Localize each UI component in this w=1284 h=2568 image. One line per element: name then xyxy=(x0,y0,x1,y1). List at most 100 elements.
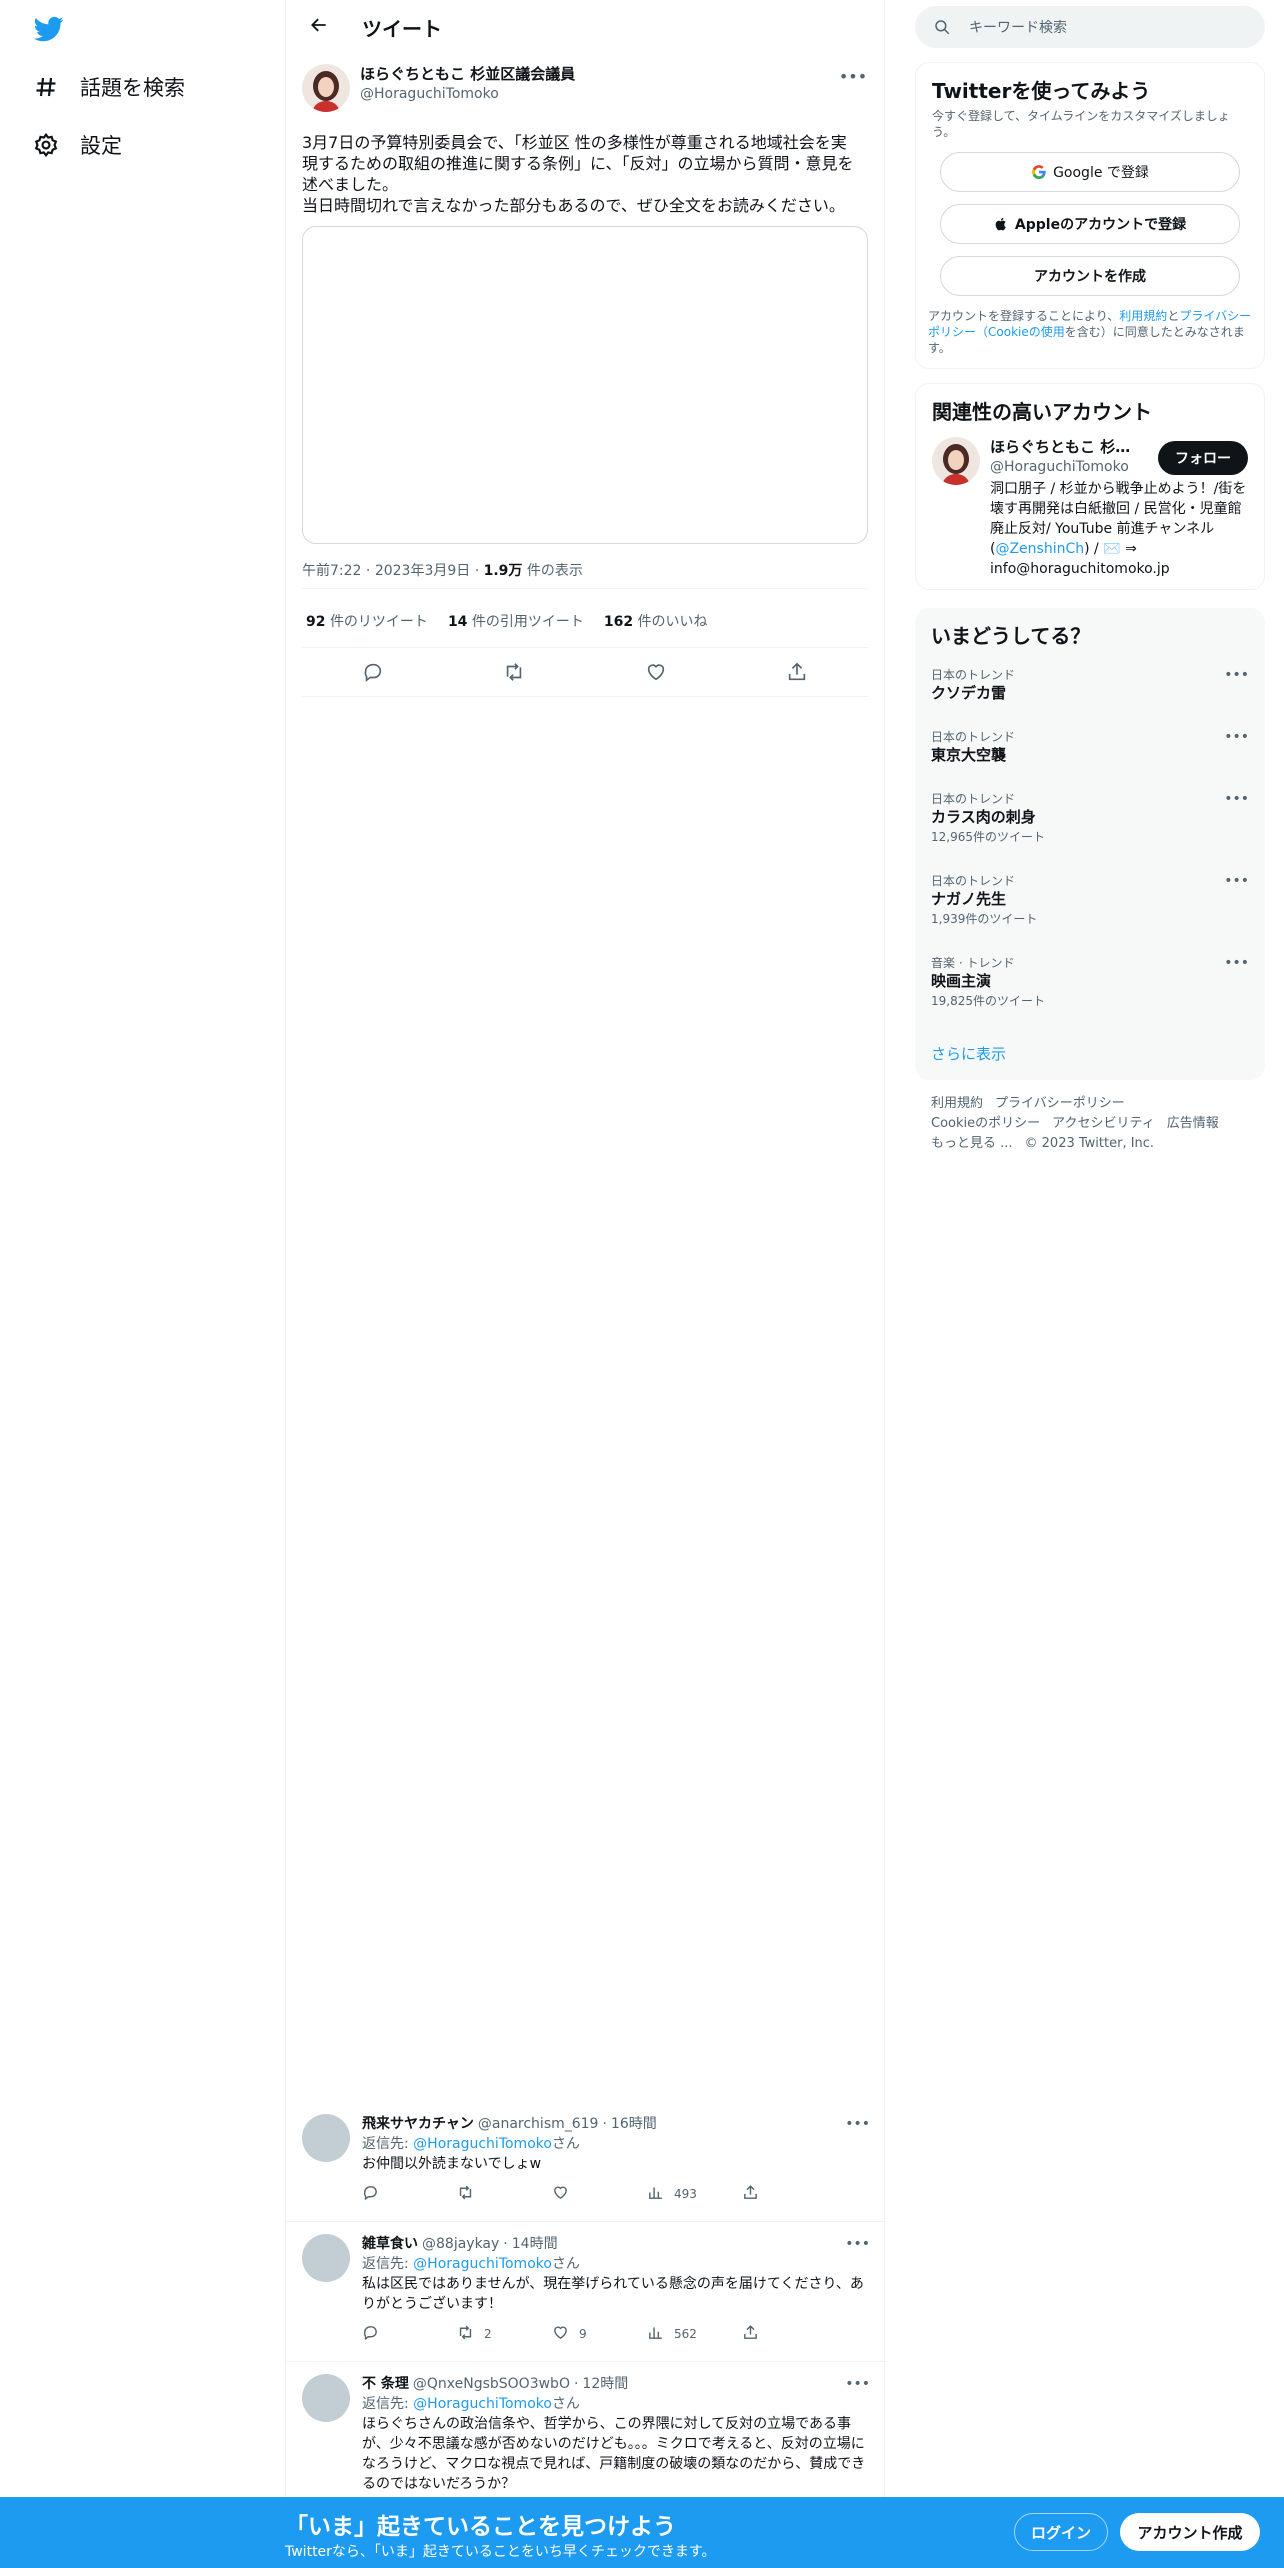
footer-link[interactable]: 利用規約 xyxy=(931,1096,983,1111)
related-accounts-card: 関連性の高いアカウント ほらぐちともこ 杉並区議会議員 @HoraguchiTo… xyxy=(915,383,1265,590)
footer-link[interactable]: もっと見る ... xyxy=(931,1136,1013,1151)
reply-time[interactable]: 14時間 xyxy=(512,2234,558,2254)
trend-item[interactable]: 日本のトレンド ナガノ先生 1,939件のツイート ••• xyxy=(915,865,1265,947)
tweet-time[interactable]: 午前7:22 xyxy=(302,563,361,579)
avatar[interactable] xyxy=(302,2374,350,2422)
reply-time[interactable]: 12時間 xyxy=(582,2374,628,2394)
reply-icon xyxy=(362,2184,379,2204)
trend-item[interactable]: 音楽 · トレンド 映画主演 19,825件のツイート ••• xyxy=(915,947,1265,1029)
create-account-banner-button[interactable]: アカウント作成 xyxy=(1120,2513,1260,2551)
show-more-link[interactable]: さらに表示 xyxy=(915,1029,1265,1080)
footer-link[interactable]: プライバシーポリシー xyxy=(995,1096,1125,1111)
share-icon[interactable] xyxy=(783,658,811,686)
more-dots-icon[interactable]: ••• xyxy=(1224,729,1249,745)
tweet-date[interactable]: 2023年3月9日 xyxy=(375,563,470,579)
quotes-stat[interactable]: 14 件の引用ツイート xyxy=(448,611,584,631)
trend-item[interactable]: 日本のトレンド カラス肉の刺身 12,965件のツイート ••• xyxy=(915,783,1265,865)
likes-stat[interactable]: 162 件のいいね xyxy=(604,611,708,631)
avatar[interactable] xyxy=(302,2114,350,2162)
like-icon xyxy=(552,2324,569,2344)
more-options-button[interactable]: ••• xyxy=(838,64,868,88)
reply-author-name[interactable]: 雑草食い xyxy=(362,2234,418,2254)
related-account-name[interactable]: ほらぐちともこ 杉並区議会議員 xyxy=(990,437,1140,457)
like-button[interactable]: 9 xyxy=(552,2324,647,2344)
reply-to-prefix: 返信先: xyxy=(362,2256,414,2272)
trend-item[interactable]: 日本のトレンド クソデカ雷 ••• xyxy=(915,659,1265,721)
retweets-stat[interactable]: 92 件のリツイート xyxy=(306,611,428,631)
search-input[interactable]: キーワード検索 xyxy=(969,17,1067,37)
avatar[interactable] xyxy=(302,64,350,112)
reply-to-prefix: 返信先: xyxy=(362,2396,414,2412)
login-button[interactable]: ログイン xyxy=(1014,2513,1108,2551)
twitter-bird-icon[interactable] xyxy=(32,14,66,44)
tweet-meta: 午前7:22 · 2023年3月9日 · 1.9万 件の表示 xyxy=(302,560,868,582)
reply-text: お仲間以外読まないでしょw xyxy=(362,2156,542,2172)
trend-count: 1,939件のツイート xyxy=(931,912,1038,926)
reply-author-name[interactable]: 不 条理 xyxy=(362,2374,409,2394)
apple-signup-label: Appleのアカウントで登録 xyxy=(1014,217,1187,233)
views-count: 562 xyxy=(674,2327,697,2341)
more-dots-icon[interactable]: ••• xyxy=(845,2374,870,2394)
mention-link[interactable]: @HoraguchiTomoko xyxy=(413,2396,552,2412)
likes-count: 162 xyxy=(603,614,634,630)
avatar[interactable] xyxy=(302,2234,350,2282)
reply-author-handle[interactable]: @anarchism_619 xyxy=(478,2114,599,2134)
avatar[interactable] xyxy=(932,437,980,485)
share-button[interactable] xyxy=(742,2324,837,2344)
retweet-icon[interactable] xyxy=(500,658,528,686)
mention-link[interactable]: @HoraguchiTomoko xyxy=(413,2256,552,2272)
nav-settings[interactable]: 設定 xyxy=(32,120,122,170)
reply-author-handle[interactable]: @QnxeNgsbSOO3wbO xyxy=(413,2374,570,2394)
author-name[interactable]: ほらぐちともこ 杉並区議会議員 xyxy=(360,64,838,84)
apple-signup-button[interactable]: Appleのアカウントで登録 xyxy=(940,204,1240,244)
reply-item[interactable]: 不 条理 @QnxeNgsbSOO3wbO · 12時間 ••• 返信先: @H… xyxy=(286,2362,886,2497)
trend-name: 東京大空襲 xyxy=(931,746,1007,764)
footer-link[interactable]: アクセシビリティ xyxy=(1052,1116,1155,1131)
views-button[interactable]: 493 xyxy=(647,2184,742,2204)
google-signup-label: Google で登録 xyxy=(1053,165,1149,181)
retweet-button[interactable] xyxy=(457,2184,552,2204)
reply-time[interactable]: 16時間 xyxy=(611,2114,657,2134)
reply-icon[interactable] xyxy=(359,658,387,686)
reply-item[interactable]: 飛来サヤカチャン @anarchism_619 · 16時間 ••• 返信先: … xyxy=(286,2108,886,2222)
reply-button[interactable] xyxy=(362,2324,457,2344)
more-dots-icon[interactable]: ••• xyxy=(1224,667,1249,683)
follow-button[interactable]: フォロー xyxy=(1158,441,1248,475)
footer-link[interactable]: 広告情報 xyxy=(1167,1116,1219,1131)
divider xyxy=(302,696,868,697)
author-handle[interactable]: @HoraguchiTomoko xyxy=(360,84,838,104)
reply-text: 私は区民ではありませんが、現在挙げられている懸念の声を届けてくださり、ありがとう… xyxy=(362,2276,864,2312)
footer-link[interactable]: Cookieのポリシー xyxy=(931,1116,1040,1131)
like-icon[interactable] xyxy=(642,658,670,686)
search-box[interactable]: キーワード検索 xyxy=(915,6,1265,48)
reply-author-name[interactable]: 飛来サヤカチャン xyxy=(362,2114,474,2134)
bio-mention-link[interactable]: @ZenshinCh xyxy=(995,541,1084,557)
terms-link[interactable]: 利用規約 xyxy=(1119,309,1167,323)
trend-item[interactable]: 日本のトレンド 東京大空襲 ••• xyxy=(915,721,1265,783)
related-account[interactable]: ほらぐちともこ 杉並区議会議員 @HoraguchiTomoko フォロー 洞口… xyxy=(916,429,1264,589)
reply-to-line: 返信先: @HoraguchiTomokoさん xyxy=(362,2394,870,2414)
like-icon xyxy=(552,2184,569,2204)
retweet-button[interactable]: 2 xyxy=(457,2324,552,2344)
like-button[interactable] xyxy=(552,2184,647,2204)
more-dots-icon[interactable]: ••• xyxy=(845,2234,870,2254)
reply-button[interactable] xyxy=(362,2184,457,2204)
more-dots-icon[interactable]: ••• xyxy=(1224,873,1249,889)
more-dots-icon[interactable]: ••• xyxy=(1224,791,1249,807)
related-account-handle[interactable]: @HoraguchiTomoko xyxy=(990,457,1158,477)
reply-author-handle[interactable]: @88jaykay xyxy=(422,2234,499,2254)
media-card[interactable] xyxy=(302,226,868,544)
create-account-button[interactable]: アカウントを作成 xyxy=(940,256,1240,296)
views-button[interactable]: 562 xyxy=(647,2324,742,2344)
share-button[interactable] xyxy=(742,2184,837,2204)
reply-actions: 2 9 562 xyxy=(362,2314,870,2354)
more-dots-icon[interactable]: ••• xyxy=(1224,955,1249,971)
share-icon xyxy=(742,2184,759,2204)
more-dots-icon[interactable]: ••• xyxy=(845,2114,870,2134)
nav-explore[interactable]: 話題を検索 xyxy=(32,62,185,112)
reply-item[interactable]: 雑草食い @88jaykay · 14時間 ••• 返信先: @Horaguch… xyxy=(286,2222,886,2362)
google-signup-button[interactable]: Google で登録 xyxy=(940,152,1240,192)
legal-text: アカウントを登録することにより、利用規約とプライバシーポリシー（Cookieの使… xyxy=(916,296,1264,368)
mention-link[interactable]: @HoraguchiTomoko xyxy=(413,2136,552,2152)
back-button[interactable] xyxy=(302,10,336,44)
